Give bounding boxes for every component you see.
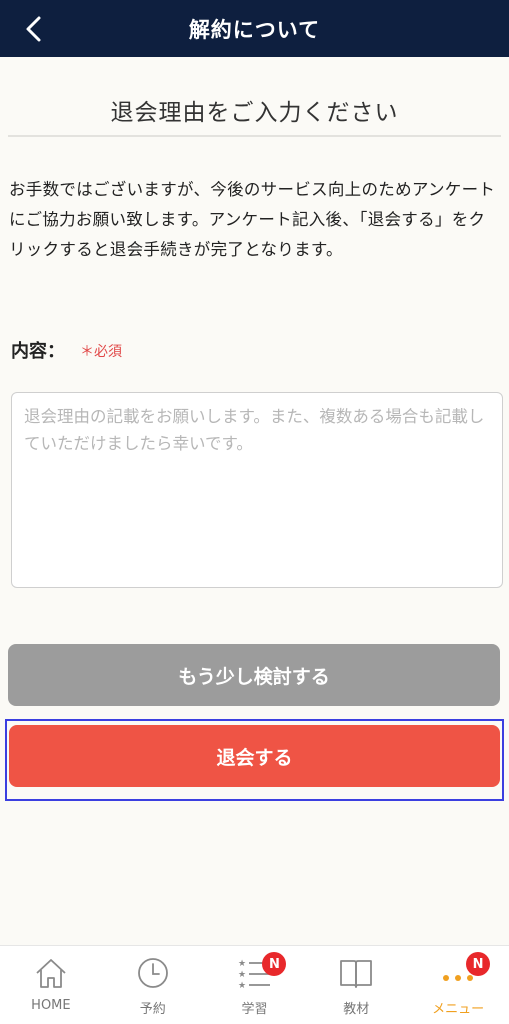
home-icon bbox=[33, 956, 69, 990]
clock-icon bbox=[135, 956, 171, 990]
tab-study-label: 学習 bbox=[241, 1002, 268, 1017]
tab-menu-label: メニュー bbox=[432, 1002, 485, 1017]
more-icon: N bbox=[440, 952, 491, 990]
tab-reservation[interactable]: 予約 bbox=[102, 946, 204, 1024]
svg-text:★: ★ bbox=[238, 970, 246, 980]
section-title: 退会理由をご入力ください bbox=[110, 100, 399, 126]
tab-bar: HOME 予約 ★ ★ ★ N 学習 教材 N メニュー bbox=[0, 945, 509, 1024]
description-text: お手数ではございますが、今後のサービス向上のためアンケートにご協力お願い致します… bbox=[9, 180, 496, 259]
reason-textarea[interactable] bbox=[11, 392, 503, 588]
app-header: 解約について bbox=[0, 0, 509, 57]
main-content: 退会理由をご入力ください お手数ではございますが、今後のサービス向上のためアンケ… bbox=[0, 57, 509, 835]
notification-badge: N bbox=[466, 952, 491, 976]
tab-study[interactable]: ★ ★ ★ N 学習 bbox=[204, 946, 306, 1024]
tab-home[interactable]: HOME bbox=[0, 946, 102, 1024]
tab-materials[interactable]: 教材 bbox=[305, 946, 407, 1024]
tab-menu[interactable]: N メニュー bbox=[407, 946, 509, 1024]
tab-reservation-label: 予約 bbox=[139, 1002, 166, 1017]
required-badge: ＊必須 bbox=[80, 344, 122, 360]
svg-text:★: ★ bbox=[238, 959, 246, 969]
list-icon: ★ ★ ★ N bbox=[236, 952, 287, 990]
page-title: 解約について bbox=[188, 17, 321, 42]
svg-text:★: ★ bbox=[238, 981, 246, 990]
tab-materials-label: 教材 bbox=[343, 1002, 370, 1017]
tab-home-label: HOME bbox=[31, 998, 71, 1013]
book-icon bbox=[338, 956, 374, 990]
divider bbox=[8, 135, 501, 137]
withdraw-button[interactable]: 退会する bbox=[9, 725, 500, 787]
field-label-content: 内容： bbox=[11, 341, 65, 362]
reconsider-button[interactable]: もう少し検討する bbox=[8, 644, 500, 706]
notification-badge: N bbox=[262, 952, 287, 976]
